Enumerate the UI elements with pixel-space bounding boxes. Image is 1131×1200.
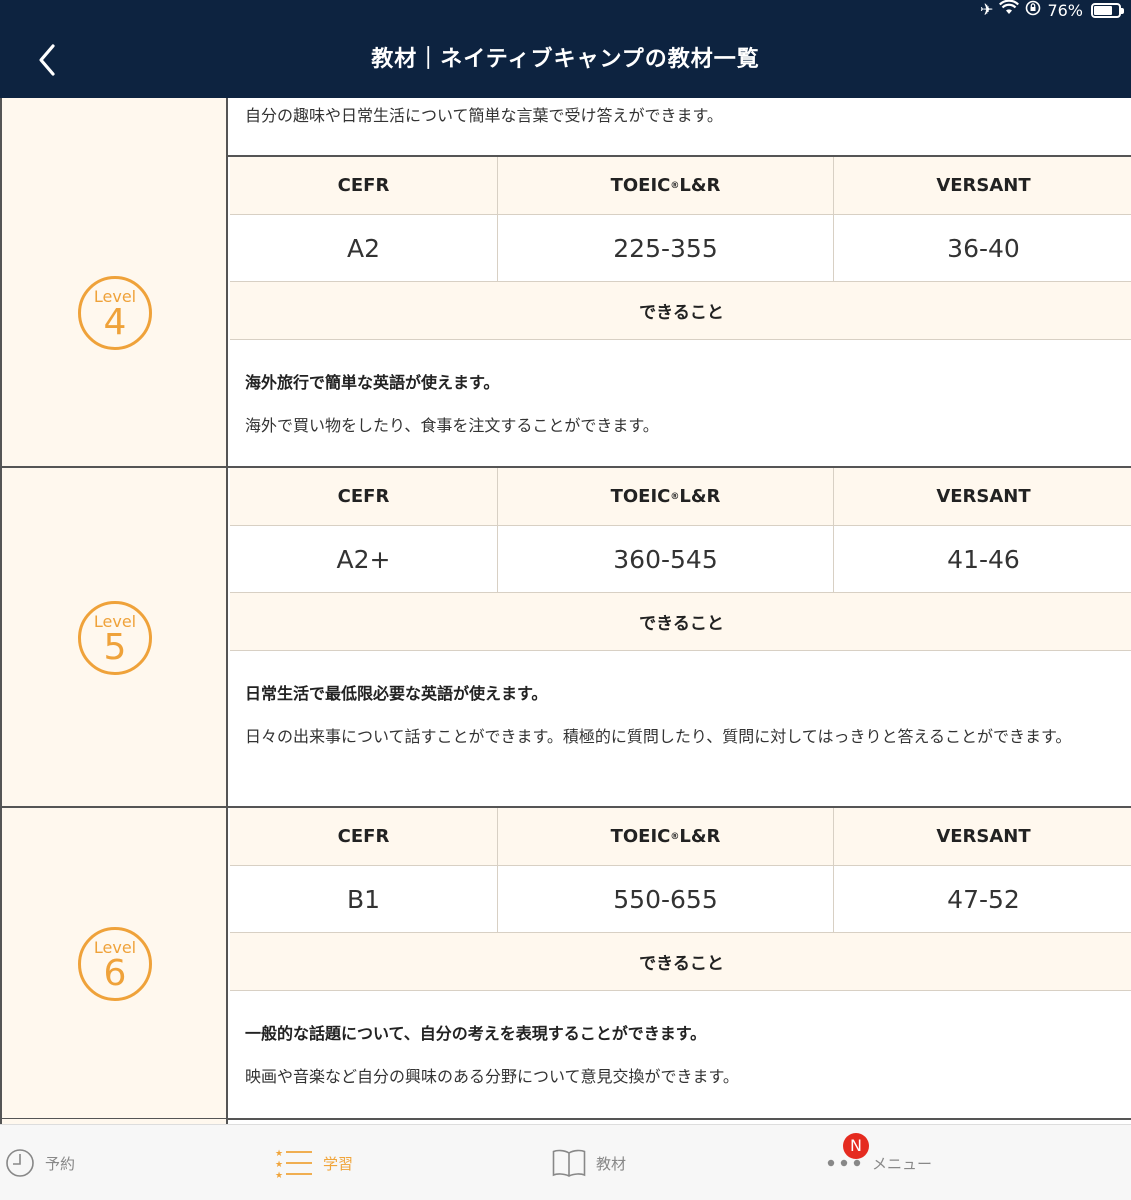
header-versant: VERSANT <box>936 486 1031 507</box>
level-cell: Level 4 <box>2 157 228 466</box>
header-versant: VERSANT <box>936 175 1031 196</box>
can-do-headline: 一般的な話題について、自分の考えを表現することができます。 <box>245 1024 707 1043</box>
score-header-row: CEFR TOEIC ® L&R VERSANT <box>230 808 1131 866</box>
airplane-icon: ✈ <box>980 0 994 19</box>
versant-value: 36-40 <box>947 233 1020 263</box>
score-header-row: CEFR TOEIC ® L&R VERSANT <box>230 157 1131 215</box>
level-details: CEFR TOEIC ® L&R VERSANT A2+ 360-545 41-46 できること… <box>230 468 1131 806</box>
can-do-description: 日常生活で最低限必要な英語が使えます。日々の出来事について話すことができます。積… <box>245 683 1113 751</box>
nav-header: 教材｜ネイティブキャンプの教材一覧 <box>0 22 1131 98</box>
can-do-body: 自分の趣味や日常生活について簡単な言葉で受け答えができます。 <box>245 106 723 125</box>
versant-value: 41-46 <box>947 544 1020 574</box>
level-details: CEFR TOEIC ® L&R VERSANT A2 225-355 36-40 できること海… <box>230 157 1131 466</box>
tab-materials[interactable]: 教材 <box>552 1125 626 1200</box>
header-toeic: TOEIC ® L&R <box>498 468 834 525</box>
wifi-icon <box>999 0 1020 20</box>
tab-label: 予約 <box>45 1154 76 1173</box>
can-do-header: できること <box>230 933 1131 991</box>
can-do-description: 海外旅行で簡単な英語が使えます。海外で買い物をしたり、食事を注文することができま… <box>245 372 1113 440</box>
level-cell: Level 5 <box>2 468 228 806</box>
level-cell <box>2 98 228 157</box>
notification-badge: N <box>843 1133 869 1159</box>
can-do-body: 日々の出来事について話すことができます。積極的に質問したり、質問に対してはっきり… <box>245 727 1072 746</box>
level-details: CEFR TOEIC ® L&R VERSANT B1 550-655 47-52 できること一… <box>230 808 1131 1118</box>
level-badge: Level 6 <box>78 927 152 1001</box>
registered-mark: ® <box>670 491 680 502</box>
header-toeic-prefix: TOEIC <box>610 826 671 847</box>
level-number: 6 <box>103 953 127 994</box>
cefr-value: A2 <box>230 215 498 281</box>
level-table[interactable]: 自分の趣味や日常生活について簡単な言葉で受け答えができます。 Level 4 CEF… <box>0 98 1131 1124</box>
can-do-header: できること <box>230 593 1131 651</box>
score-value-row: A2 225-355 36-40 <box>230 215 1131 282</box>
battery-icon <box>1091 2 1124 18</box>
level-number: 5 <box>103 627 127 668</box>
svg-text:★: ★ <box>275 1160 283 1170</box>
tab-bar: 予約 ★ ★ ★ 学習 教材 メニュー N <box>0 1124 1131 1200</box>
tab-label: 教材 <box>596 1154 627 1173</box>
header-toeic-prefix: TOEIC <box>610 486 671 507</box>
can-do-header: できること <box>230 282 1131 340</box>
battery-fill <box>1094 5 1112 15</box>
more-dots-icon <box>827 1159 861 1167</box>
clock-icon <box>6 1149 34 1177</box>
header-cefr: CEFR <box>230 468 498 525</box>
level-cell: Level 6 <box>2 808 228 1118</box>
tab-label: 学習 <box>323 1154 354 1173</box>
cefr-value: B1 <box>230 866 498 932</box>
registered-mark: ® <box>670 831 680 842</box>
header-versant: VERSANT <box>936 826 1031 847</box>
level-row: Level 6 CEFR TOEIC ® L&R VERSANT B1 550-655 47-52… <box>2 808 1131 1120</box>
header-toeic-prefix: TOEIC <box>610 175 671 196</box>
score-header-row: CEFR TOEIC ® L&R VERSANT <box>230 468 1131 526</box>
cefr-value: A2+ <box>230 526 498 592</box>
level-row: Level 4 CEFR TOEIC ® L&R VERSANT A2 225-355 36-40… <box>2 157 1131 468</box>
orientation-lock-icon <box>1025 0 1041 20</box>
can-do-headline: 日常生活で最低限必要な英語が使えます。 <box>245 684 548 703</box>
can-do-body: 映画や音楽など自分の興味のある分野について意見交換ができます。 <box>245 1067 739 1086</box>
level-number: 4 <box>103 302 127 343</box>
registered-mark: ® <box>670 180 680 191</box>
status-icons: ✈ 76% <box>980 0 1124 20</box>
header-cefr: CEFR <box>230 808 498 865</box>
status-bar: ✈ 76% <box>0 0 1131 22</box>
tab-label: メニュー <box>872 1154 933 1173</box>
svg-text:★: ★ <box>275 1171 283 1179</box>
header-cefr: CEFR <box>230 157 498 214</box>
battery-percent: 76% <box>1047 0 1083 20</box>
versant-value: 47-52 <box>947 884 1020 914</box>
book-icon <box>552 1149 586 1177</box>
can-do-body: 海外で買い物をしたり、食事を注文することができます。 <box>245 416 659 435</box>
level-row: Level 5 CEFR TOEIC ® L&R VERSANT A2+ 360-545 41-4… <box>2 468 1131 808</box>
score-value-row: B1 550-655 47-52 <box>230 866 1131 933</box>
svg-text:★: ★ <box>275 1149 283 1159</box>
score-value-row: A2+ 360-545 41-46 <box>230 526 1131 593</box>
toeic-value: 360-545 <box>498 526 834 592</box>
header-toeic-suffix: L&R <box>679 486 721 507</box>
can-do-description: 一般的な話題について、自分の考えを表現することができます。映画や音楽など自分の興… <box>245 1023 1113 1091</box>
tab-reservation[interactable]: 予約 <box>5 1125 75 1200</box>
toeic-value: 225-355 <box>498 215 834 281</box>
level-badge: Level 4 <box>78 276 152 350</box>
partial-level-row: 自分の趣味や日常生活について簡単な言葉で受け答えができます。 <box>2 98 1131 157</box>
header-toeic: TOEIC ® L&R <box>498 157 834 214</box>
header-toeic: TOEIC ® L&R <box>498 808 834 865</box>
page-title: 教材｜ネイティブキャンプの教材一覧 <box>371 47 760 72</box>
level-badge: Level 5 <box>78 601 152 675</box>
can-do-headline: 海外旅行で簡単な英語が使えます。 <box>245 373 500 392</box>
header-toeic-suffix: L&R <box>679 175 721 196</box>
tab-menu[interactable]: メニュー <box>826 1125 932 1200</box>
toeic-value: 550-655 <box>498 866 834 932</box>
header-toeic-suffix: L&R <box>679 826 721 847</box>
tab-study[interactable]: ★ ★ ★ 学習 <box>275 1125 353 1200</box>
star-list-icon: ★ ★ ★ <box>275 1149 312 1179</box>
